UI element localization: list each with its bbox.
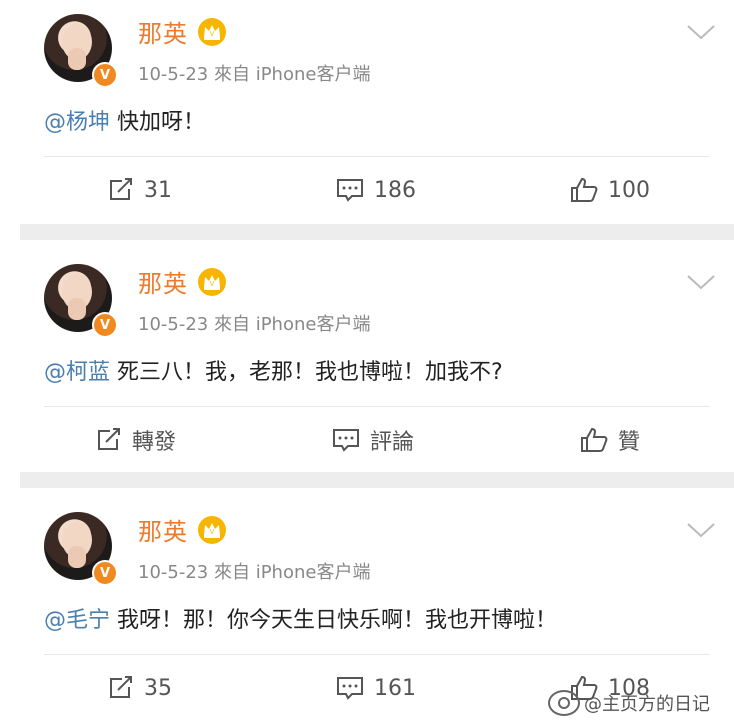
- svg-text:V: V: [210, 31, 215, 38]
- weibo-post: V 那英 V 10-5-23 來自 iPhone客户端 @杨坤 快加呀！ 31 …: [0, 0, 734, 224]
- post-meta: 10-5-23 來自 iPhone客户端: [138, 562, 371, 583]
- comment-button[interactable]: 評論: [332, 422, 414, 458]
- chevron-down-icon[interactable]: [686, 272, 716, 292]
- crown-icon: V: [198, 18, 226, 46]
- mention-link[interactable]: @毛宁: [44, 608, 110, 633]
- mention-link[interactable]: @杨坤: [44, 110, 110, 135]
- comment-button[interactable]: 186: [336, 172, 416, 208]
- repost-count: 31: [144, 177, 172, 203]
- post-separator: [20, 472, 734, 488]
- comment-count: 161: [374, 675, 416, 701]
- post-meta: 10-5-23 來自 iPhone客户端: [138, 64, 371, 85]
- verified-badge: V: [92, 312, 118, 338]
- post-text: 我呀！那！你今天生日快乐啊！我也开博啦！: [110, 608, 558, 633]
- watermark-text: @主页方的日记: [584, 694, 710, 715]
- thumbs-up-icon: [581, 427, 608, 452]
- thumbs-up-icon: [571, 177, 598, 202]
- post-meta: 10-5-23 來自 iPhone客户端: [138, 314, 371, 335]
- comment-icon: [337, 179, 363, 202]
- repost-label: 轉發: [132, 430, 177, 455]
- username[interactable]: 那英: [138, 14, 188, 49]
- watermark: @主页方的日记: [548, 690, 710, 716]
- post-text: 死三八！我，老那！我也博啦！加我不?: [110, 360, 503, 385]
- chevron-down-icon[interactable]: [686, 520, 716, 540]
- repost-icon: [110, 178, 132, 200]
- mention-link[interactable]: @柯蓝: [44, 360, 110, 385]
- weibo-logo-icon: [548, 690, 580, 716]
- repost-count: 35: [144, 675, 172, 701]
- crown-icon: V: [198, 268, 226, 296]
- like-label: 贊: [618, 430, 641, 455]
- comment-icon: [333, 429, 359, 452]
- post-text: 快加呀！: [110, 110, 206, 135]
- repost-button[interactable]: 31: [108, 172, 172, 208]
- like-button[interactable]: 100: [570, 172, 650, 208]
- svg-text:V: V: [210, 529, 215, 536]
- post-content: @杨坤 快加呀！: [44, 104, 205, 136]
- verified-badge: V: [92, 62, 118, 88]
- weibo-post: V 那英 V 10-5-23 來自 iPhone客户端 @柯蓝 死三八！我，老那…: [0, 250, 734, 472]
- post-content: @毛宁 我呀！那！你今天生日快乐啊！我也开博啦！: [44, 602, 557, 634]
- svg-text:V: V: [210, 281, 215, 288]
- comment-label: 評論: [370, 430, 415, 455]
- comment-button[interactable]: 161: [336, 670, 416, 706]
- repost-button[interactable]: 35: [108, 670, 172, 706]
- post-separator: [20, 224, 734, 240]
- repost-button[interactable]: 轉發: [96, 422, 176, 458]
- comment-count: 186: [374, 177, 416, 203]
- repost-icon: [110, 676, 132, 698]
- like-button[interactable]: 贊: [580, 422, 640, 458]
- post-content: @柯蓝 死三八！我，老那！我也博啦！加我不?: [44, 354, 503, 386]
- repost-icon: [98, 428, 120, 450]
- divider: [44, 654, 710, 655]
- crown-icon: V: [198, 516, 226, 544]
- verified-badge: V: [92, 560, 118, 586]
- comment-icon: [337, 677, 363, 700]
- username[interactable]: 那英: [138, 512, 188, 547]
- divider: [44, 406, 710, 407]
- divider: [44, 156, 710, 157]
- like-count: 100: [608, 177, 650, 203]
- chevron-down-icon[interactable]: [686, 22, 716, 42]
- username[interactable]: 那英: [138, 264, 188, 299]
